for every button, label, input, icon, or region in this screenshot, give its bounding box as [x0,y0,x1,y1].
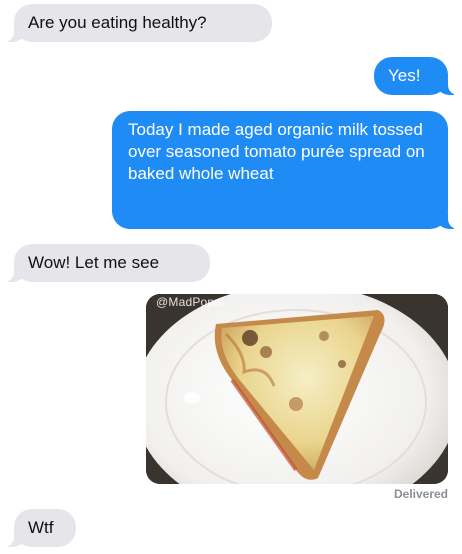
message-text: Yes! [388,66,421,85]
message-thread: Are you eating healthy? Yes! Today I mad… [0,0,462,554]
message-text: Wow! Let me see [28,253,160,272]
image-watermark: @MadPopal [156,295,225,309]
message-text: Wtf [28,518,54,537]
outgoing-message-bubble[interactable]: Today I made aged organic milk tossed ov… [112,111,460,229]
pizza-slice-image [146,294,448,484]
delivered-status: Delivered [393,487,448,501]
outgoing-message-bubble[interactable]: Yes! [374,57,460,95]
incoming-message-bubble[interactable]: Wow! Let me see [2,244,210,282]
incoming-message-bubble[interactable]: Are you eating healthy? [2,4,272,42]
message-text: Today I made aged organic milk tossed ov… [128,120,425,183]
incoming-message-bubble[interactable]: Wtf [2,509,76,547]
pizza-photo-attachment[interactable] [146,294,448,484]
message-text: Are you eating healthy? [28,13,207,32]
